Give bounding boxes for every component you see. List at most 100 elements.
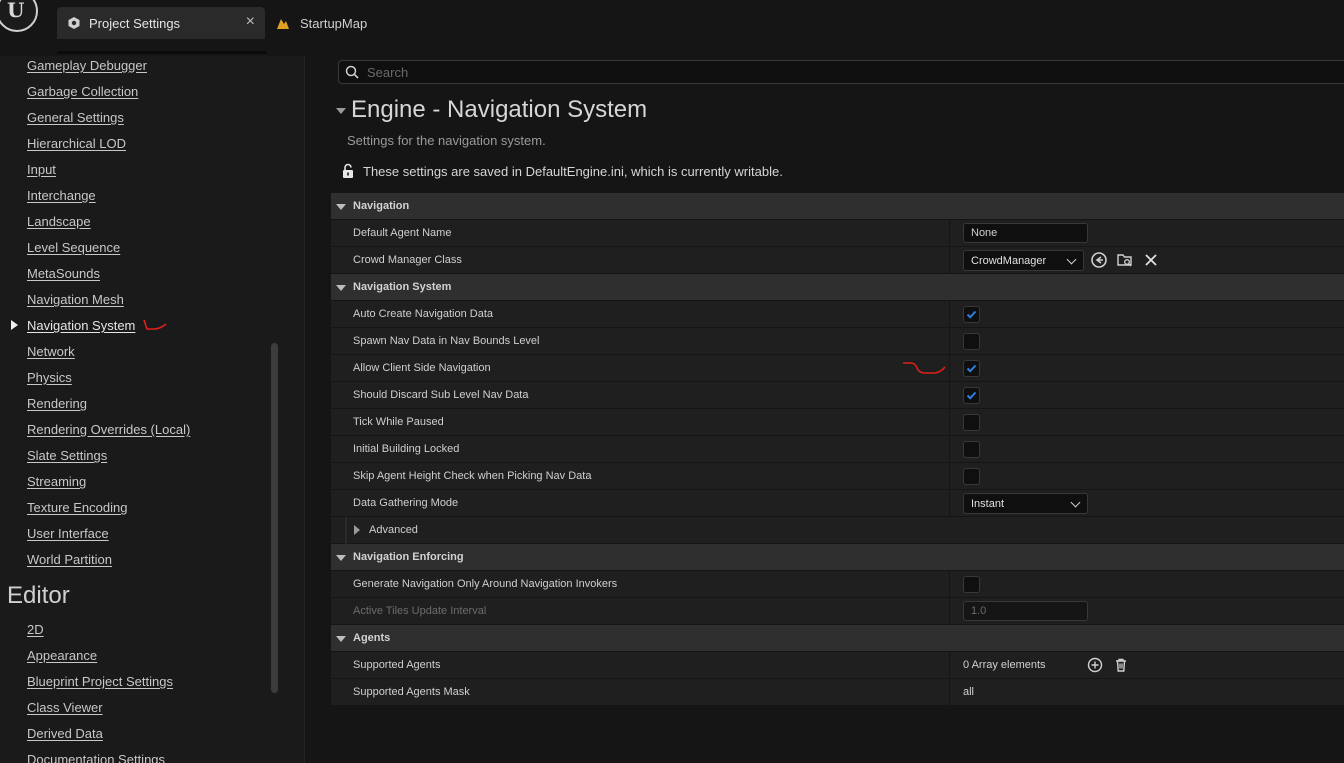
expand-caret-icon[interactable] bbox=[336, 555, 346, 561]
sidebar-item-hierarchical-lod[interactable]: Hierarchical LOD bbox=[27, 136, 126, 151]
sidebar-item-navigation-mesh[interactable]: Navigation Mesh bbox=[27, 292, 124, 307]
expand-caret-icon[interactable] bbox=[336, 636, 346, 642]
browse-folder-icon[interactable] bbox=[1116, 251, 1134, 269]
sidebar-item-interchange[interactable]: Interchange bbox=[27, 188, 96, 203]
unreal-logo-icon[interactable]: U bbox=[0, 0, 38, 32]
expand-caret-icon[interactable] bbox=[336, 204, 346, 210]
property-row-auto-create-navigation-data: Auto Create Navigation Data bbox=[331, 301, 1344, 328]
spawn-nav-data-checkbox[interactable] bbox=[963, 333, 980, 350]
property-label: Supported Agents bbox=[353, 659, 441, 671]
sidebar-item-general-settings[interactable]: General Settings bbox=[27, 110, 124, 125]
property-label: Crowd Manager Class bbox=[353, 254, 462, 266]
category-label: Navigation System bbox=[353, 281, 452, 293]
sidebar-item-rendering-overrides[interactable]: Rendering Overrides (Local) bbox=[27, 422, 190, 437]
discard-sub-level-nav-data-checkbox[interactable] bbox=[963, 387, 980, 404]
saved-note-text: These settings are saved in DefaultEngin… bbox=[363, 163, 783, 179]
category-navigation[interactable]: Navigation bbox=[331, 193, 1344, 220]
sidebar-item-metasounds[interactable]: MetaSounds bbox=[27, 266, 100, 281]
array-count: 0 Array elements bbox=[963, 659, 1046, 671]
dropdown-value: Instant bbox=[971, 498, 1005, 510]
tab-label: StartupMap bbox=[300, 15, 368, 31]
property-row-crowd-manager-class: Crowd Manager Class CrowdManager bbox=[331, 247, 1344, 274]
initial-building-locked-checkbox[interactable] bbox=[963, 441, 980, 458]
clear-icon[interactable] bbox=[1142, 251, 1160, 269]
checkmark-icon bbox=[966, 391, 977, 400]
panel-splitter[interactable] bbox=[304, 56, 330, 763]
dropdown-value: CrowdManager bbox=[971, 255, 1047, 267]
sidebar-item-physics[interactable]: Physics bbox=[27, 370, 72, 385]
property-label: Supported Agents Mask bbox=[353, 686, 470, 698]
sidebar-item-streaming[interactable]: Streaming bbox=[27, 474, 86, 489]
property-label: Should Discard Sub Level Nav Data bbox=[353, 389, 529, 401]
checkmark-icon bbox=[966, 310, 977, 319]
mask-value: all bbox=[963, 686, 975, 698]
sidebar-item-level-sequence[interactable]: Level Sequence bbox=[27, 240, 120, 255]
config-saved-note: These settings are saved in DefaultEngin… bbox=[341, 163, 783, 179]
category-label: Navigation Enforcing bbox=[353, 551, 464, 563]
tick-while-paused-checkbox[interactable] bbox=[963, 414, 980, 431]
category-agents[interactable]: Agents bbox=[331, 625, 1344, 652]
expand-caret-icon[interactable] bbox=[354, 525, 360, 535]
title-bar: U Project Settings × StartupMap bbox=[0, 0, 1344, 56]
advanced-section-toggle[interactable]: Advanced bbox=[331, 517, 1344, 544]
sidebar-item-slate-settings[interactable]: Slate Settings bbox=[27, 448, 107, 463]
settings-cube-icon bbox=[68, 17, 80, 29]
allow-client-side-navigation-checkbox[interactable] bbox=[963, 360, 980, 377]
annotation-mark bbox=[903, 362, 946, 374]
sidebar-item-2d[interactable]: 2D bbox=[27, 622, 44, 637]
sidebar-item-documentation-settings[interactable]: Documentation Settings bbox=[27, 752, 165, 763]
default-agent-name-field[interactable]: None bbox=[963, 223, 1088, 243]
sidebar-item-world-partition[interactable]: World Partition bbox=[27, 552, 112, 567]
sidebar-item-user-interface[interactable]: User Interface bbox=[27, 526, 109, 541]
sidebar-item-derived-data[interactable]: Derived Data bbox=[27, 726, 103, 741]
property-row-discard-sub-level-nav-data: Should Discard Sub Level Nav Data bbox=[331, 382, 1344, 409]
sidebar-item-appearance[interactable]: Appearance bbox=[27, 648, 97, 663]
advanced-label: Advanced bbox=[369, 524, 418, 536]
property-row-supported-agents: Supported Agents 0 Array elements bbox=[331, 652, 1344, 679]
property-label: Initial Building Locked bbox=[353, 443, 460, 455]
sidebar-item-input[interactable]: Input bbox=[27, 162, 56, 177]
sidebar-item-texture-encoding[interactable]: Texture Encoding bbox=[27, 500, 127, 515]
sidebar-item-blueprint-project-settings[interactable]: Blueprint Project Settings bbox=[27, 674, 173, 689]
auto-create-navigation-data-checkbox[interactable] bbox=[963, 306, 980, 323]
sidebar-item-network[interactable]: Network bbox=[27, 344, 75, 359]
chevron-down-icon bbox=[1066, 254, 1077, 265]
sidebar-item-navigation-system[interactable]: Navigation System bbox=[27, 318, 135, 333]
property-row-tick-while-paused: Tick While Paused bbox=[331, 409, 1344, 436]
property-label: Active Tiles Update Interval bbox=[353, 605, 487, 617]
skip-agent-height-check-checkbox[interactable] bbox=[963, 468, 980, 485]
category-navigation-system[interactable]: Navigation System bbox=[331, 274, 1344, 301]
section-header-editor: Editor bbox=[7, 582, 70, 609]
page-title: Engine - Navigation System bbox=[351, 96, 648, 123]
search-input[interactable] bbox=[367, 64, 1267, 80]
use-selected-asset-icon[interactable] bbox=[1090, 251, 1108, 269]
category-navigation-enforcing[interactable]: Navigation Enforcing bbox=[331, 544, 1344, 571]
trash-icon[interactable] bbox=[1112, 656, 1130, 674]
category-label: Navigation bbox=[353, 200, 410, 212]
search-box[interactable] bbox=[338, 60, 1344, 84]
tab-project-settings[interactable]: Project Settings × bbox=[57, 7, 265, 39]
collapse-caret-icon[interactable] bbox=[336, 108, 346, 114]
add-element-icon[interactable] bbox=[1086, 656, 1104, 674]
property-row-active-tiles-update-interval: Active Tiles Update Interval 1.0 bbox=[331, 598, 1344, 625]
sidebar-item-rendering[interactable]: Rendering bbox=[27, 396, 87, 411]
generate-only-around-invokers-checkbox[interactable] bbox=[963, 576, 980, 593]
data-gathering-mode-dropdown[interactable]: Instant bbox=[963, 493, 1088, 514]
property-label: Generate Navigation Only Around Navigati… bbox=[353, 578, 618, 590]
sidebar-scrollbar[interactable] bbox=[271, 343, 278, 693]
sidebar-item-landscape[interactable]: Landscape bbox=[27, 214, 91, 229]
property-label: Auto Create Navigation Data bbox=[353, 308, 494, 320]
tab-startup-map[interactable]: StartupMap bbox=[276, 7, 367, 39]
sidebar-item-gameplay-debugger[interactable]: Gameplay Debugger bbox=[27, 58, 147, 73]
property-row-initial-building-locked: Initial Building Locked bbox=[331, 436, 1344, 463]
property-label: Tick While Paused bbox=[353, 416, 444, 428]
property-row-supported-agents-mask: Supported Agents Mask all bbox=[331, 679, 1344, 706]
close-icon[interactable]: × bbox=[246, 13, 255, 31]
crowd-manager-class-dropdown[interactable]: CrowdManager bbox=[963, 250, 1084, 271]
category-label: Agents bbox=[353, 632, 391, 644]
sidebar-item-class-viewer[interactable]: Class Viewer bbox=[27, 700, 103, 715]
checkmark-icon bbox=[966, 364, 977, 373]
unlock-icon[interactable] bbox=[341, 163, 355, 179]
expand-caret-icon[interactable] bbox=[336, 285, 346, 291]
sidebar-item-garbage-collection[interactable]: Garbage Collection bbox=[27, 84, 138, 99]
